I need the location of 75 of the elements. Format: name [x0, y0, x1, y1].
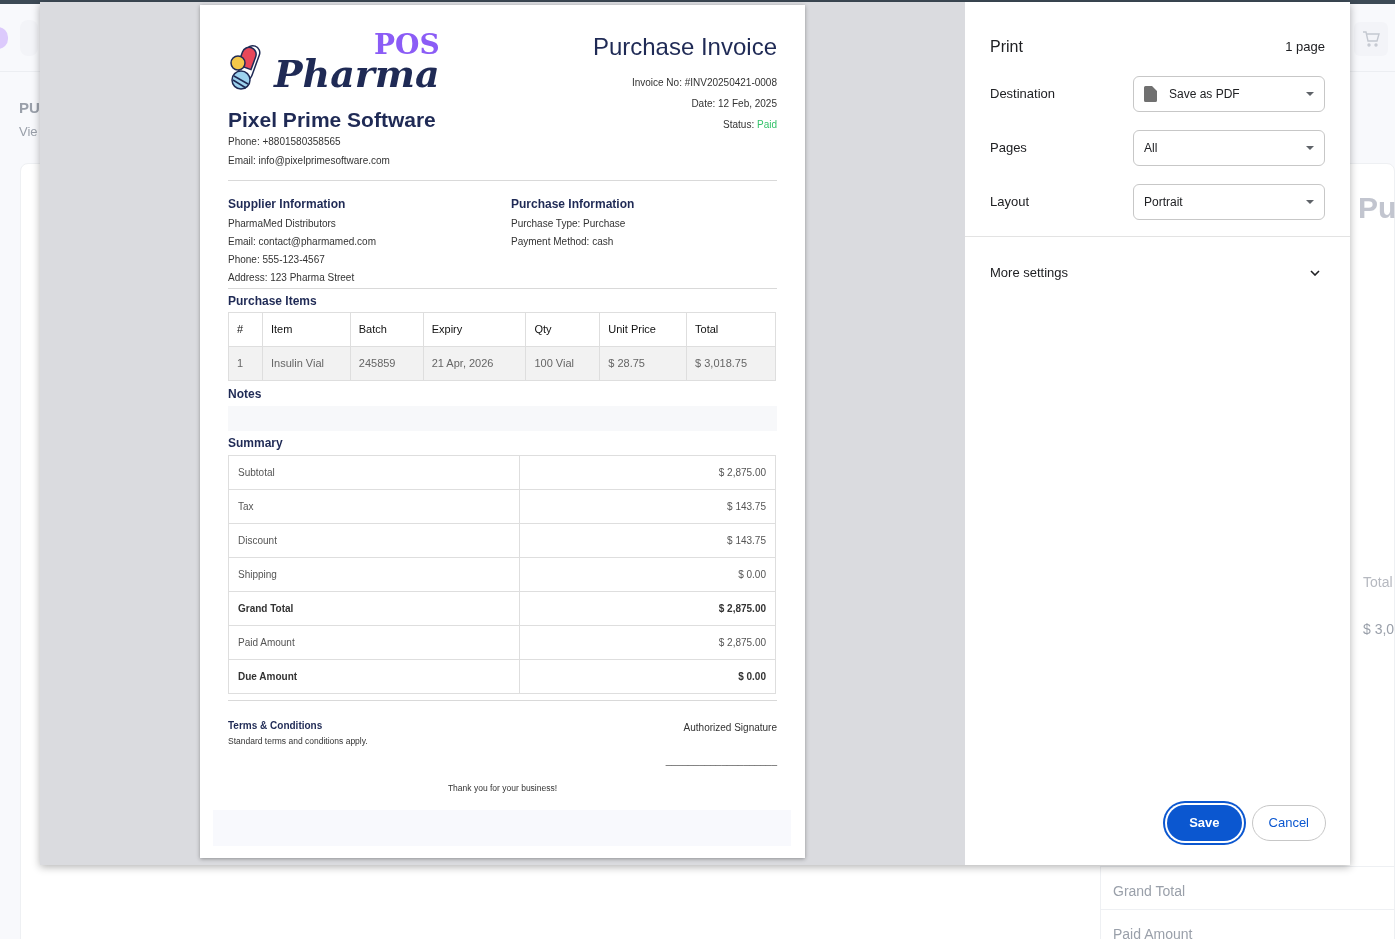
table-cell: Insulin Vial — [262, 346, 351, 381]
info-line: Email: contact@pharmamed.com — [228, 235, 377, 249]
section-heading: Notes — [228, 386, 263, 402]
summary-label: Tax — [228, 489, 520, 524]
page-subtitle: Vie — [19, 123, 38, 141]
setting-dropdown[interactable]: All — [1133, 130, 1325, 166]
dialog-title: Print — [990, 37, 1023, 57]
column-header: Total — [686, 312, 776, 347]
invoice-status: Status: Paid — [723, 118, 777, 132]
setting-label: Destination — [990, 85, 1056, 104]
signature-label: Authorized Signature — [683, 721, 777, 735]
summary-label: Discount — [228, 523, 520, 558]
column-header: Expiry — [423, 312, 526, 347]
column-header: Qty — [525, 312, 600, 347]
invoice-date: Date: 12 Feb, 2025 — [691, 97, 777, 111]
summary-value: $ 143.75 — [519, 489, 776, 524]
setting-dropdown[interactable]: Portrait — [1133, 184, 1325, 220]
summary-value: $ 143.75 — [519, 523, 776, 558]
info-line: Payment Method: cash — [511, 235, 615, 249]
table-cell: $ 28.75 — [599, 346, 687, 381]
column-header: Batch — [350, 312, 424, 347]
cart-button[interactable] — [1354, 22, 1388, 56]
page-title: PU — [19, 98, 40, 118]
company-phone: Phone: +8801580358565 — [228, 135, 342, 149]
setting-dropdown[interactable]: Save as PDF — [1133, 76, 1325, 112]
info-line: Phone: 555-123-4567 — [228, 253, 326, 267]
panel-title: Pu — [1358, 190, 1395, 226]
setting-label: Pages — [990, 139, 1027, 158]
column-header: # — [228, 312, 263, 347]
terms-heading: Terms & Conditions — [228, 719, 324, 733]
summary-label: Grand Total — [1113, 883, 1186, 899]
summary-value: $ 2,875.00 — [519, 625, 776, 660]
table-cell-text: $ 3,0 — [1363, 620, 1395, 639]
summary-label: Shipping — [228, 557, 520, 592]
thank-you-note: Thank you for your business! — [446, 782, 559, 795]
summary-label: Paid Amount — [228, 625, 520, 660]
table-cell: 100 Vial — [525, 346, 600, 381]
summary-label: Paid Amount — [1113, 926, 1193, 939]
caret-icon — [1306, 146, 1314, 150]
table-cell: $ 3,018.75 — [686, 346, 776, 381]
column-header: Unit Price — [599, 312, 687, 347]
section-heading: Purchase Items — [228, 293, 318, 309]
column-header: Item — [262, 312, 351, 347]
info-line: Purchase Type: Purchase — [511, 217, 627, 231]
section-heading: Purchase Information — [511, 196, 636, 213]
caret-icon — [1306, 200, 1314, 204]
search-field[interactable] — [20, 20, 38, 56]
summary-label: Grand Total — [228, 591, 520, 626]
caret-icon — [1306, 92, 1314, 96]
summary-value: $ 0.00 — [519, 659, 776, 694]
document-icon — [1144, 86, 1157, 102]
terms-text: Standard terms and conditions apply. — [228, 735, 368, 748]
info-line: Address: 123 Pharma Street — [228, 271, 356, 285]
section-heading: Supplier Information — [228, 196, 347, 213]
invoice-number: Invoice No: #INV20250421-0008 — [631, 76, 777, 90]
summary-label: Subtotal — [228, 455, 520, 490]
signature-line: ____________________ — [665, 754, 777, 768]
invoice-title: Purchase Invoice — [592, 32, 777, 62]
setting-label: Layout — [990, 193, 1030, 212]
cart-icon — [1362, 31, 1380, 47]
company-name: Pixel Prime Software — [228, 107, 437, 133]
summary-value: $ 0.00 — [519, 557, 776, 592]
summary-value: $ 2,875.00 — [519, 455, 776, 490]
table-cell: 21 Apr, 2026 — [423, 346, 526, 381]
company-email: Email: info@pixelprimesoftware.com — [228, 154, 391, 168]
page-count: 1 page — [1285, 38, 1325, 57]
summary-label: Due Amount — [228, 659, 520, 694]
table-cell: 1 — [228, 346, 263, 381]
info-line: PharmaMed Distributors — [228, 217, 337, 231]
section-heading: Summary — [228, 435, 284, 451]
more-settings-toggle[interactable]: More settings — [990, 263, 1325, 283]
table-cell: 245859 — [350, 346, 424, 381]
column-header: Total — [1363, 573, 1393, 592]
summary-value: $ 2,875.00 — [519, 591, 776, 626]
cancel-button[interactable]: Cancel — [1251, 805, 1326, 841]
